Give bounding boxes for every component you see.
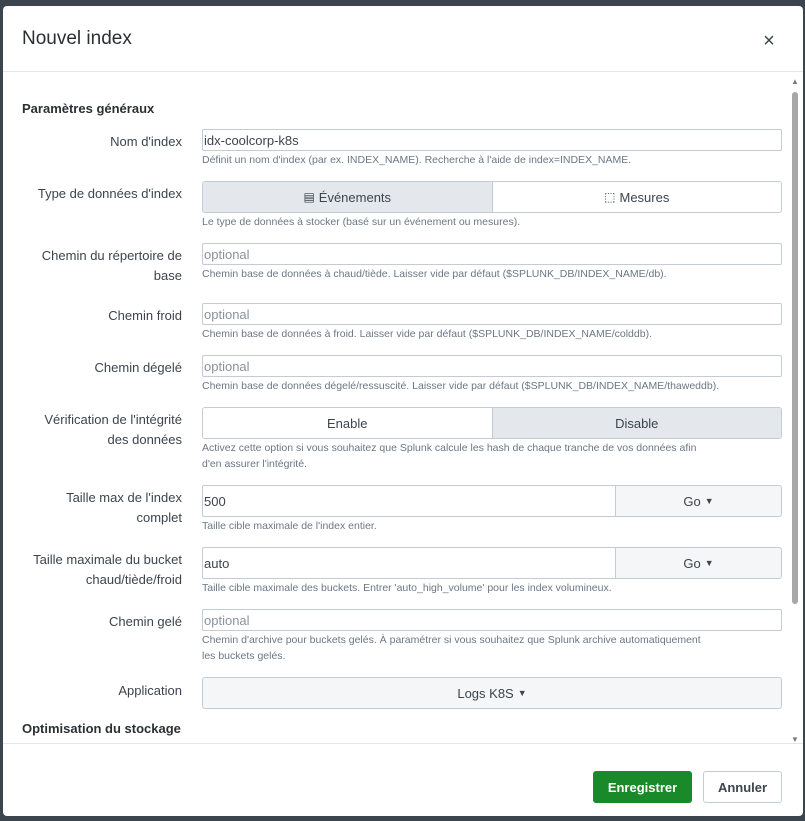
chevron-down-icon: ▼ xyxy=(704,558,714,568)
cold-path-input[interactable] xyxy=(202,303,782,325)
max-index-size-label: Taille max de l'index complet xyxy=(3,488,182,528)
cancel-button[interactable]: Annuler xyxy=(703,771,782,803)
data-type-metrics-label: Mesures xyxy=(619,189,670,205)
max-bucket-size-help: Taille cible maximale des buckets. Entre… xyxy=(202,582,612,594)
max-bucket-size-label-line1: Taille maximale du bucket xyxy=(33,552,182,567)
cold-path-label: Chemin froid xyxy=(108,308,182,323)
integrity-help: Activez cette option si vous souhaitez q… xyxy=(202,440,792,472)
max-bucket-size-label: Taille maximale du bucket chaud/tiède/fr… xyxy=(3,550,182,590)
application-dropdown[interactable]: Logs K8S ▼ xyxy=(202,677,782,709)
data-type-help: Le type de données à stocker (basé sur u… xyxy=(202,216,521,228)
index-name-label: Nom d'index xyxy=(110,134,182,149)
home-path-label: Chemin du répertoire de base xyxy=(3,246,182,286)
frozen-path-label: Chemin gelé xyxy=(109,614,182,629)
max-bucket-size-unit-label: Go xyxy=(683,555,701,571)
index-name-help: Définit un nom d'index (par ex. INDEX_NA… xyxy=(202,154,632,166)
home-path-label-line1: Chemin du répertoire de xyxy=(41,248,182,263)
home-path-help: Chemin base de données à chaud/tiède. La… xyxy=(202,268,667,280)
index-name-input[interactable] xyxy=(202,129,782,151)
dialog-body: Paramètres généraux Nom d'index Définit … xyxy=(3,73,803,743)
frozen-path-help-line1: Chemin d'archive pour buckets gelés. À p… xyxy=(202,634,701,646)
data-type-label: Type de données d'index xyxy=(37,186,182,201)
max-bucket-size-input[interactable] xyxy=(202,547,616,579)
thawed-path-input[interactable] xyxy=(202,355,782,377)
frozen-path-help: Chemin d'archive pour buckets gelés. À p… xyxy=(202,632,792,664)
scroll-up-icon[interactable]: ▲ xyxy=(791,78,799,86)
max-index-size-input[interactable] xyxy=(202,485,616,517)
integrity-help-line2: d'en assurer l'intégrité. xyxy=(202,458,307,470)
home-path-input[interactable] xyxy=(202,243,782,265)
scrollbar-thumb[interactable] xyxy=(792,92,798,604)
frozen-path-help-line2: les buckets gelés. xyxy=(202,650,286,662)
document-icon: ▤ xyxy=(303,190,315,204)
dialog-footer: Enregistrer Annuler xyxy=(3,743,803,816)
chevron-down-icon: ▼ xyxy=(517,688,527,698)
data-type-toggle: ▤ Événements ⬚ Mesures xyxy=(202,181,782,213)
max-index-size-unit-label: Go xyxy=(683,493,701,509)
thawed-path-label: Chemin dégelé xyxy=(94,360,182,375)
integrity-toggle: Enable Disable xyxy=(202,407,782,439)
integrity-enable-button[interactable]: Enable xyxy=(203,408,492,438)
close-icon[interactable]: × xyxy=(758,31,780,53)
max-index-size-unit-dropdown[interactable]: Go ▼ xyxy=(615,485,782,517)
max-bucket-size-label-line2: chaud/tiède/froid xyxy=(85,572,182,587)
data-type-metrics-button[interactable]: ⬚ Mesures xyxy=(491,182,781,212)
data-type-events-button[interactable]: ▤ Événements xyxy=(203,182,492,212)
max-index-size-help: Taille cible maximale de l'index entier. xyxy=(202,520,377,532)
application-value: Logs K8S xyxy=(457,685,514,701)
frozen-path-input[interactable] xyxy=(202,609,782,631)
section-general-title: Paramètres généraux xyxy=(22,101,155,116)
thawed-path-help: Chemin base de données dégelé/ressuscité… xyxy=(202,380,720,392)
scrollbar[interactable]: ▲ ▼ xyxy=(789,76,801,744)
integrity-label-line2: des données xyxy=(107,432,182,447)
dialog-title: Nouvel index xyxy=(22,28,132,49)
section-storage-title: Optimisation du stockage xyxy=(22,721,181,736)
data-type-events-label: Événements xyxy=(318,189,392,205)
save-button[interactable]: Enregistrer xyxy=(593,771,692,803)
integrity-label: Vérification de l'intégrité des données xyxy=(3,410,182,450)
ruler-icon: ⬚ xyxy=(604,190,616,204)
chevron-down-icon: ▼ xyxy=(704,496,714,506)
integrity-help-line1: Activez cette option si vous souhaitez q… xyxy=(202,442,697,454)
dialog-header: Nouvel index × xyxy=(3,6,803,72)
max-bucket-size-unit-dropdown[interactable]: Go ▼ xyxy=(615,547,782,579)
home-path-label-line2: base xyxy=(153,268,182,283)
max-index-size-label-line1: Taille max de l'index xyxy=(66,490,182,505)
cold-path-help: Chemin base de données à froid. Laisser … xyxy=(202,328,652,340)
integrity-label-line1: Vérification de l'intégrité xyxy=(44,412,182,427)
max-index-size-label-line2: complet xyxy=(136,510,182,525)
application-label: Application xyxy=(118,683,182,698)
integrity-disable-button[interactable]: Disable xyxy=(491,408,781,438)
new-index-dialog: Nouvel index × Paramètres généraux Nom d… xyxy=(3,6,803,816)
